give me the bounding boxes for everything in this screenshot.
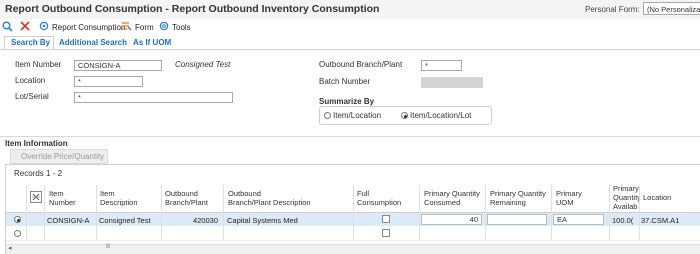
lot-serial-input[interactable]: *	[74, 92, 233, 103]
col-uom-line2: UOM	[556, 198, 574, 207]
col-branch-plant-description-line1: Outbound	[228, 189, 261, 198]
tab-additional-search[interactable]: Additional Search	[59, 38, 127, 49]
col-divider	[419, 185, 420, 240]
section-divider	[0, 136, 700, 137]
report-consumption-label: Report Consumption	[52, 22, 126, 32]
col-qty-consumed[interactable]: Primary Quantity Consumed	[424, 189, 480, 207]
tab-override-price-quantity[interactable]: Override Price/Quantity	[10, 149, 108, 164]
search-button[interactable]	[2, 20, 13, 34]
form-label: Form	[135, 22, 154, 32]
tab-search-by[interactable]: Search By	[11, 38, 50, 49]
tabs-divider	[0, 49, 700, 50]
branch-plant-label: Outbound Branch/Plant	[319, 60, 403, 69]
col-full-consumption[interactable]: Full Consumption	[357, 189, 401, 207]
cell-location: 37.CSM.A1	[641, 216, 680, 225]
col-qty-available-line1: Primary	[613, 184, 639, 193]
col-qty-consumed-line1: Primary Quantity	[424, 189, 480, 198]
cell-uom-input[interactable]: EA	[553, 214, 604, 225]
col-item-number-line1: Item	[49, 189, 64, 198]
cell-qty-available: 100.0(	[612, 216, 634, 225]
radio-item-location-lot[interactable]	[401, 112, 408, 119]
tools-label: Tools	[172, 22, 191, 32]
item-number-label: Item Number	[15, 60, 62, 69]
radio-item-location-label: Item/Location	[333, 111, 382, 120]
col-divider	[551, 185, 552, 240]
col-branch-plant-description-line2: Branch/Plant Description	[228, 198, 311, 207]
search-icon	[2, 21, 13, 34]
lot-serial-label: Lot/Serial	[15, 92, 49, 101]
col-branch-plant-description[interactable]: Outbound Branch/Plant Description	[228, 189, 311, 207]
col-divider	[26, 185, 27, 240]
summarize-by-label: Summarize By	[319, 97, 375, 106]
col-divider	[639, 185, 640, 240]
col-qty-available[interactable]: Primary Quantity Availab	[613, 184, 640, 211]
cell-qty-consumed-input[interactable]: 40	[421, 214, 482, 225]
report-consumption-button[interactable]: Report Consumption	[39, 20, 125, 34]
horizontal-scrollbar[interactable]	[6, 244, 700, 254]
cell-item-description: Consigned Test	[99, 216, 151, 225]
col-qty-remaining-line2: Remaining	[490, 198, 526, 207]
form-icon	[121, 21, 132, 33]
col-branch-plant-line1: Outbound	[165, 189, 198, 198]
tools-menu-button[interactable]: Tools	[159, 20, 191, 34]
col-divider	[223, 185, 224, 240]
row-select-radio[interactable]	[14, 230, 21, 237]
col-item-number[interactable]: Item Number	[49, 189, 76, 207]
location-input[interactable]: *	[74, 76, 143, 87]
col-divider	[161, 185, 162, 240]
col-item-description-line1: Item	[100, 189, 115, 198]
records-count: Records 1 - 2	[14, 169, 63, 178]
col-qty-available-line3: Availab	[613, 202, 638, 211]
col-item-number-line2: Number	[49, 198, 76, 207]
close-icon	[20, 21, 30, 33]
col-divider	[96, 185, 97, 240]
col-divider	[44, 185, 45, 240]
col-location[interactable]: Location	[643, 193, 671, 202]
col-item-description[interactable]: Item Description	[100, 189, 138, 207]
col-qty-remaining[interactable]: Primary Quantity Remaining	[490, 189, 546, 207]
gear-icon	[39, 21, 49, 33]
batch-number-label: Batch Number	[319, 77, 371, 86]
cell-full-consumption-checkbox[interactable]	[382, 215, 390, 223]
personal-form-label: Personal Form:	[585, 5, 640, 14]
col-divider	[609, 185, 610, 240]
col-qty-remaining-line1: Primary Quantity	[490, 189, 546, 198]
col-full-consumption-line1: Full	[357, 189, 370, 198]
form-menu-button[interactable]: Form	[121, 20, 154, 34]
radio-item-location-lot-label: Item/Location/Lot	[410, 111, 472, 120]
row-select-radio[interactable]	[14, 216, 21, 223]
item-number-input[interactable]: CONSIGN-A	[74, 60, 162, 71]
branch-plant-input[interactable]: *	[421, 60, 462, 71]
tools-icon	[159, 21, 169, 33]
grid-row-select-icon[interactable]	[30, 191, 42, 205]
close-button[interactable]	[20, 20, 30, 34]
tab-as-if-uom[interactable]: As If UOM	[133, 38, 171, 49]
location-label: Location	[15, 76, 46, 85]
col-qty-available-line2: Quantity	[613, 193, 640, 202]
cell-qty-remaining-input[interactable]	[487, 214, 547, 225]
col-item-description-line2: Description	[100, 198, 138, 207]
item-description-text: Consigned Test	[175, 60, 231, 69]
cell-branch-plant-description: Capital Systems Med	[227, 216, 298, 225]
col-branch-plant-line2: Branch/Plant	[165, 198, 208, 207]
radio-item-location[interactable]	[324, 112, 331, 119]
col-divider	[485, 185, 486, 240]
col-qty-consumed-line2: Consumed	[424, 198, 461, 207]
col-branch-plant[interactable]: Outbound Branch/Plant	[165, 189, 208, 207]
col-uom[interactable]: Primary UOM	[556, 189, 582, 207]
scroll-left-arrow[interactable]: ◂	[8, 244, 12, 252]
col-full-consumption-line2: Consumption	[357, 198, 402, 207]
cell-full-consumption-checkbox[interactable]	[382, 229, 390, 237]
col-uom-line1: Primary	[556, 189, 582, 198]
item-information-header: Item Information	[5, 139, 68, 148]
col-divider	[353, 185, 354, 240]
col-location-line1: Location	[643, 193, 672, 202]
cell-branch-plant: 420030	[192, 216, 218, 225]
cell-item-number: CONSIGN-A	[47, 216, 90, 225]
batch-number-input	[421, 77, 483, 88]
page-title: Report Outbound Consumption - Report Out…	[5, 3, 380, 15]
scroll-grip[interactable]: III	[106, 244, 110, 250]
personal-form-select[interactable]: (No Personalizatio	[643, 2, 700, 15]
